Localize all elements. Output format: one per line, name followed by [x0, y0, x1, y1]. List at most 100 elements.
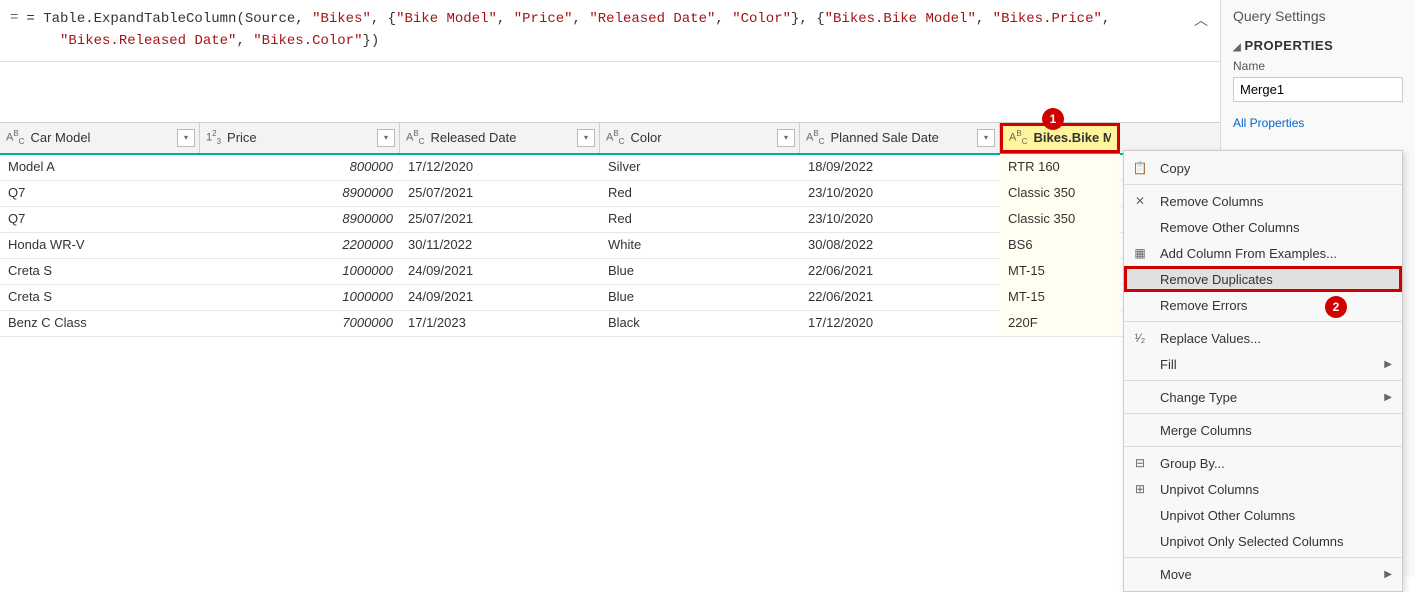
menu-unpivot-selected-columns[interactable]: Unpivot Only Selected Columns [1124, 528, 1402, 554]
collapse-formula-icon[interactable]: ︿ [1194, 10, 1208, 30]
unpivot-icon: ⊞ [1132, 482, 1148, 496]
cell[interactable]: 7000000 [200, 310, 400, 336]
cell[interactable]: 25/07/2021 [400, 180, 600, 206]
annotation-badge-2: 2 [1325, 296, 1347, 318]
table-row[interactable]: Q7890000025/07/2021Red23/10/2020Classic … [0, 207, 1220, 233]
cell[interactable]: Creta S [0, 284, 200, 310]
copy-icon: 📋 [1132, 161, 1148, 175]
text-type-icon: ABC [806, 129, 824, 146]
cell[interactable]: 18/09/2022 [800, 154, 1000, 180]
column-header-released-date[interactable]: ABC Released Date ▾ [400, 123, 600, 153]
cell[interactable]: 2200000 [200, 232, 400, 258]
cell[interactable]: MT-15 [1000, 258, 1120, 284]
cell[interactable]: 24/09/2021 [400, 284, 600, 310]
submenu-arrow-icon: ▶ [1384, 392, 1392, 403]
cell[interactable]: Q7 [0, 206, 200, 232]
menu-fill[interactable]: Fill▶ [1124, 351, 1402, 377]
data-table: ABC Car Model ▾ 123 Price ▾ ABC Released… [0, 122, 1220, 337]
text-type-icon: ABC [6, 129, 24, 146]
context-menu: 📋Copy ✕Remove Columns Remove Other Colum… [1123, 150, 1403, 592]
cell[interactable]: Model A [0, 154, 200, 180]
table-row[interactable]: Q7890000025/07/2021Red23/10/2020Classic … [0, 181, 1220, 207]
cell[interactable]: 1000000 [200, 258, 400, 284]
cell[interactable]: 23/10/2020 [800, 206, 1000, 232]
text-type-icon: ABC [1009, 129, 1027, 146]
table-row[interactable]: Benz C Class700000017/1/2023Black17/12/2… [0, 311, 1220, 337]
menu-unpivot-other-columns[interactable]: Unpivot Other Columns [1124, 502, 1402, 528]
submenu-arrow-icon: ▶ [1384, 569, 1392, 580]
column-header-price[interactable]: 123 Price ▾ [200, 123, 400, 153]
cell[interactable]: 17/12/2020 [800, 310, 1000, 336]
menu-remove-other-columns[interactable]: Remove Other Columns [1124, 214, 1402, 240]
table-row[interactable]: Honda WR-V220000030/11/2022White30/08/20… [0, 233, 1220, 259]
menu-remove-errors[interactable]: Remove Errors [1124, 292, 1402, 318]
table-row[interactable]: Creta S100000024/09/2021Blue22/06/2021MT… [0, 285, 1220, 311]
cell[interactable]: Classic 350 [1000, 180, 1120, 206]
cell[interactable]: Benz C Class [0, 310, 200, 336]
annotation-badge-1: 1 [1042, 108, 1064, 130]
cell[interactable]: Red [600, 206, 800, 232]
cell[interactable]: 23/10/2020 [800, 180, 1000, 206]
menu-replace-values[interactable]: ¹⁄₂Replace Values... [1124, 325, 1402, 351]
add-column-icon: ▦ [1132, 246, 1148, 260]
menu-move[interactable]: Move▶ [1124, 561, 1402, 587]
cell[interactable]: 22/06/2021 [800, 258, 1000, 284]
menu-remove-duplicates[interactable]: Remove Duplicates [1124, 266, 1402, 292]
menu-remove-columns[interactable]: ✕Remove Columns [1124, 188, 1402, 214]
cell[interactable]: 30/08/2022 [800, 232, 1000, 258]
properties-heading[interactable]: PROPERTIES [1233, 38, 1403, 53]
menu-change-type[interactable]: Change Type▶ [1124, 384, 1402, 410]
group-icon: ⊟ [1132, 456, 1148, 470]
cell[interactable]: Red [600, 180, 800, 206]
cell[interactable]: 25/07/2021 [400, 206, 600, 232]
menu-group-by[interactable]: ⊟Group By... [1124, 450, 1402, 476]
filter-icon[interactable]: ▾ [777, 129, 795, 147]
panel-title: Query Settings [1233, 8, 1403, 24]
cell[interactable]: 17/12/2020 [400, 154, 600, 180]
table-row[interactable]: Model A80000017/12/2020Silver18/09/2022R… [0, 155, 1220, 181]
menu-merge-columns[interactable]: Merge Columns [1124, 417, 1402, 443]
formula-text: = Table.ExpandTableColumn(Source, "Bikes… [26, 8, 1210, 53]
cell[interactable]: 220F [1000, 310, 1120, 336]
cell[interactable]: Blue [600, 284, 800, 310]
remove-column-icon: ✕ [1132, 194, 1148, 208]
cell[interactable]: 24/09/2021 [400, 258, 600, 284]
cell[interactable]: 800000 [200, 154, 400, 180]
column-header-planned-sale-date[interactable]: ABC Planned Sale Date ▾ [800, 123, 1000, 153]
column-header-car-model[interactable]: ABC Car Model ▾ [0, 123, 200, 153]
cell[interactable]: Black [600, 310, 800, 336]
filter-icon[interactable]: ▾ [577, 129, 595, 147]
cell[interactable]: 17/1/2023 [400, 310, 600, 336]
cell[interactable]: 1000000 [200, 284, 400, 310]
menu-copy[interactable]: 📋Copy [1124, 155, 1402, 181]
cell[interactable]: Creta S [0, 258, 200, 284]
cell[interactable]: Classic 350 [1000, 206, 1120, 232]
cell[interactable]: MT-15 [1000, 284, 1120, 310]
text-type-icon: ABC [406, 129, 424, 146]
menu-unpivot-columns[interactable]: ⊞Unpivot Columns [1124, 476, 1402, 502]
menu-add-column-from-examples[interactable]: ▦Add Column From Examples... [1124, 240, 1402, 266]
cell[interactable]: BS6 [1000, 232, 1120, 258]
cell[interactable]: Q7 [0, 180, 200, 206]
all-properties-link[interactable]: All Properties [1233, 116, 1403, 130]
cell[interactable]: 22/06/2021 [800, 284, 1000, 310]
table-row[interactable]: Creta S100000024/09/2021Blue22/06/2021MT… [0, 259, 1220, 285]
filter-icon[interactable]: ▾ [977, 129, 995, 147]
cell[interactable]: Blue [600, 258, 800, 284]
table-header-row: ABC Car Model ▾ 123 Price ▾ ABC Released… [0, 122, 1220, 155]
cell[interactable]: RTR 160 [1000, 154, 1120, 180]
submenu-arrow-icon: ▶ [1384, 359, 1392, 370]
column-header-color[interactable]: ABC Color ▾ [600, 123, 800, 153]
cell[interactable]: White [600, 232, 800, 258]
filter-icon[interactable]: ▾ [377, 129, 395, 147]
cell[interactable]: 8900000 [200, 180, 400, 206]
replace-icon: ¹⁄₂ [1132, 331, 1148, 345]
cell[interactable]: 30/11/2022 [400, 232, 600, 258]
formula-bar[interactable]: = = Table.ExpandTableColumn(Source, "Bik… [0, 0, 1220, 62]
query-name-input[interactable] [1233, 77, 1403, 102]
cell[interactable]: 8900000 [200, 206, 400, 232]
text-type-icon: ABC [606, 129, 624, 146]
cell[interactable]: Honda WR-V [0, 232, 200, 258]
filter-icon[interactable]: ▾ [177, 129, 195, 147]
cell[interactable]: Silver [600, 154, 800, 180]
